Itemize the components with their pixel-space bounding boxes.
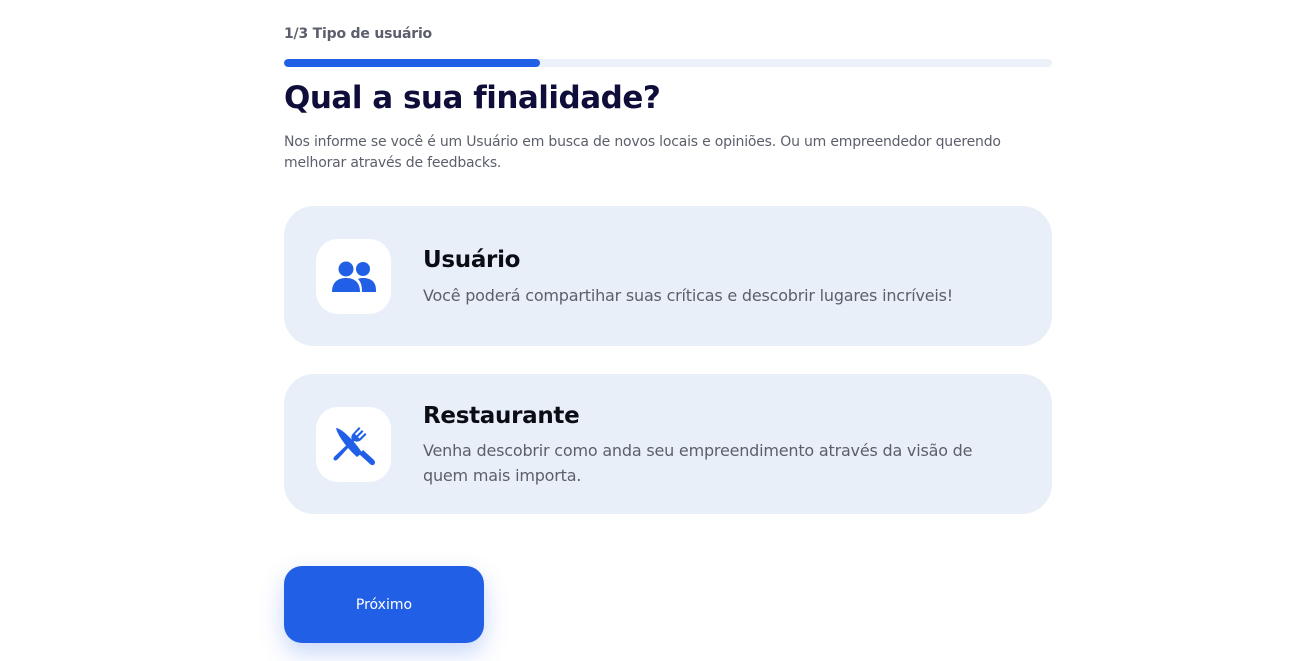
utensils-crossed-icon [332,426,375,465]
step-indicator: 1/3 Tipo de usuário [284,26,432,42]
users-icon [331,261,376,292]
progress-fill [284,59,540,67]
option-title: Restaurante [423,403,580,429]
icon-container [316,407,391,482]
page-title: Qual a sua finalidade? [284,80,661,116]
icon-container [316,239,391,314]
option-description: Você poderá compartihar suas críticas e … [423,286,953,305]
progress-bar [284,59,1052,67]
option-description: Venha descobrir como anda seu empreendim… [423,441,973,485]
option-card-usuario[interactable]: Usuário Você poderá compartihar suas crí… [284,206,1052,346]
option-title: Usuário [423,247,521,273]
next-button[interactable]: Próximo [284,566,484,643]
option-card-restaurante[interactable]: Restaurante Venha descobrir como anda se… [284,374,1052,514]
page-description: Nos informe se você é um Usuário em busc… [284,134,1001,171]
